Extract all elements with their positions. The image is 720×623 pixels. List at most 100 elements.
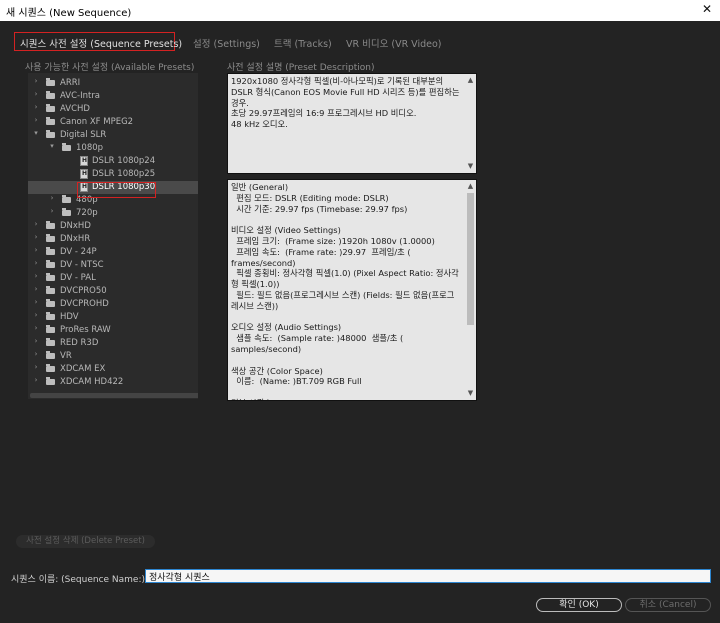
preset-item-label: DVCPROHD	[60, 299, 109, 309]
preset-details-text: 일반 (General) 편집 모드: DSLR (Editing mode: …	[231, 182, 459, 400]
folder-icon	[46, 78, 55, 86]
chevron-right-icon[interactable]: ›	[32, 259, 40, 267]
preset-item-label: DSLR 1080p24	[92, 156, 156, 166]
scroll-up-icon[interactable]: ▲	[465, 181, 476, 192]
chevron-down-icon[interactable]: ▾	[48, 142, 56, 150]
preset-folder-item[interactable]: › Canon XF MPEG2	[28, 116, 198, 129]
preset-folder-item[interactable]: › DNxHD	[28, 220, 198, 233]
tab-settings[interactable]: 설정 (Settings)	[193, 36, 260, 50]
preset-folder-item[interactable]: › DV - PAL	[28, 272, 198, 285]
folder-icon	[46, 104, 55, 112]
preset-file-item[interactable]: DSLR 1080p24	[28, 155, 198, 168]
preset-folder-item[interactable]: › XDCAM EX	[28, 363, 198, 376]
preset-tree[interactable]: › XDCAM HD422 › XDCAM EX › VR › RED R3D › ProRes …	[28, 73, 198, 399]
chevron-right-icon[interactable]: ›	[32, 311, 40, 319]
sequence-name-input[interactable]	[145, 569, 711, 583]
chevron-right-icon[interactable]: ›	[32, 116, 40, 124]
scroll-down-icon[interactable]: ▼	[465, 388, 476, 399]
preset-folder-item[interactable]: › DVCPROHD	[28, 298, 198, 311]
delete-preset-button: 사전 설정 삭제 (Delete Preset)	[16, 535, 155, 548]
chevron-right-icon[interactable]: ›	[32, 272, 40, 280]
preset-folder-item[interactable]: › ProRes RAW	[28, 324, 198, 337]
chevron-right-icon[interactable]: ›	[32, 376, 40, 384]
preset-folder-item[interactable]: › AVC-Intra	[28, 90, 198, 103]
preset-file-icon	[80, 156, 88, 166]
chevron-down-icon[interactable]: ▾	[32, 129, 40, 137]
preset-file-item[interactable]: DSLR 1080p25	[28, 168, 198, 181]
tab-tracks[interactable]: 트랙 (Tracks)	[274, 36, 332, 50]
folder-icon	[46, 351, 55, 359]
preset-item-label: DVCPRO50	[60, 286, 107, 296]
window-title: 새 시퀀스 (New Sequence)	[6, 8, 132, 19]
preset-folder-item[interactable]: › AVCHD	[28, 103, 198, 116]
folder-icon	[46, 273, 55, 281]
chevron-right-icon[interactable]: ›	[32, 337, 40, 345]
chevron-right-icon[interactable]: ›	[32, 90, 40, 98]
preset-item-label: DSLR 1080p25	[92, 169, 156, 179]
preset-item-label: HDV	[60, 312, 79, 322]
available-presets-heading: 사용 가능한 사전 설정 (Available Presets)	[25, 63, 195, 73]
preset-folder-item[interactable]: › DVCPRO50	[28, 285, 198, 298]
preset-folder-item[interactable]: › HDV	[28, 311, 198, 324]
preset-folder-item[interactable]: › DV - 24P	[28, 246, 198, 259]
preset-folder-item[interactable]: ▾ 1080p	[28, 142, 198, 155]
preset-folder-item[interactable]: › DV - NTSC	[28, 259, 198, 272]
chevron-right-icon[interactable]: ›	[32, 324, 40, 332]
preset-item-label: DV - 24P	[60, 247, 97, 257]
folder-icon	[62, 143, 71, 151]
preset-description-heading: 사전 설정 설명 (Preset Description)	[227, 63, 375, 73]
preset-item-label: DNxHD	[60, 221, 91, 231]
close-icon[interactable]: ✕	[702, 2, 712, 16]
folder-icon	[46, 247, 55, 255]
folder-icon	[46, 117, 55, 125]
preset-item-label: AVC-Intra	[60, 91, 101, 101]
tab-vr-video[interactable]: VR 비디오 (VR Video)	[346, 36, 442, 50]
folder-icon	[62, 208, 71, 216]
title-bar: 새 시퀀스 (New Sequence) ✕	[0, 0, 720, 21]
chevron-right-icon[interactable]: ›	[32, 103, 40, 111]
preset-folder-item[interactable]: › RED R3D	[28, 337, 198, 350]
chevron-right-icon[interactable]: ›	[32, 285, 40, 293]
sequence-name-label: 시퀀스 이름: (Sequence Name:)	[11, 575, 146, 585]
selected-preset-highlight	[77, 182, 156, 198]
description-scrollbar[interactable]: ▲ ▼	[465, 74, 476, 173]
chevron-right-icon[interactable]: ›	[32, 220, 40, 228]
preset-item-label: Digital SLR	[60, 130, 107, 140]
chevron-right-icon[interactable]: ›	[32, 298, 40, 306]
preset-folder-item[interactable]: › VR	[28, 350, 198, 363]
preset-folder-item[interactable]: › DNxHR	[28, 233, 198, 246]
folder-icon	[62, 195, 71, 203]
preset-item-label: XDCAM HD422	[60, 377, 124, 387]
chevron-right-icon[interactable]: ›	[48, 207, 56, 215]
details-scroll-thumb[interactable]	[467, 193, 474, 325]
preset-item-label: DNxHR	[60, 234, 91, 244]
preset-folder-item[interactable]: › XDCAM HD422	[28, 376, 198, 389]
preset-details-box: 일반 (General) 편집 모드: DSLR (Editing mode: …	[227, 179, 477, 401]
preset-folder-item[interactable]: ▾ Digital SLR	[28, 129, 198, 142]
chevron-right-icon[interactable]: ›	[32, 233, 40, 241]
preset-item-label: ProRes RAW	[60, 325, 111, 335]
preset-folder-item[interactable]: › ARRI	[28, 77, 198, 90]
scroll-down-icon[interactable]: ▼	[465, 161, 476, 172]
preset-item-label: ARRI	[60, 78, 81, 88]
folder-icon	[46, 312, 55, 320]
preset-folder-item[interactable]: › 720p	[28, 207, 198, 220]
cancel-button[interactable]: 취소 (Cancel)	[625, 598, 711, 612]
preset-item-label: VR	[60, 351, 72, 361]
chevron-right-icon[interactable]: ›	[32, 363, 40, 371]
chevron-right-icon[interactable]: ›	[32, 350, 40, 358]
chevron-right-icon[interactable]: ›	[32, 246, 40, 254]
tab-sequence-presets[interactable]: 시퀀스 사전 설정 (Sequence Presets)	[20, 36, 182, 50]
tree-horizontal-scrollbar[interactable]	[30, 393, 198, 398]
chevron-right-icon[interactable]: ›	[32, 77, 40, 85]
preset-item-label: DV - PAL	[60, 273, 96, 283]
preset-description-box: 1920x1080 정사각형 픽셀(비-아나모픽)로 기록된 대부분의 DSLR…	[227, 73, 477, 174]
scroll-up-icon[interactable]: ▲	[465, 75, 476, 86]
folder-icon	[46, 130, 55, 138]
chevron-right-icon[interactable]: ›	[48, 194, 56, 202]
ok-button[interactable]: 확인 (OK)	[536, 598, 622, 612]
preset-description-text: 1920x1080 정사각형 픽셀(비-아나모픽)로 기록된 대부분의 DSLR…	[231, 76, 460, 130]
folder-icon	[46, 91, 55, 99]
details-scrollbar[interactable]: ▲ ▼	[465, 180, 476, 400]
folder-icon	[46, 234, 55, 242]
